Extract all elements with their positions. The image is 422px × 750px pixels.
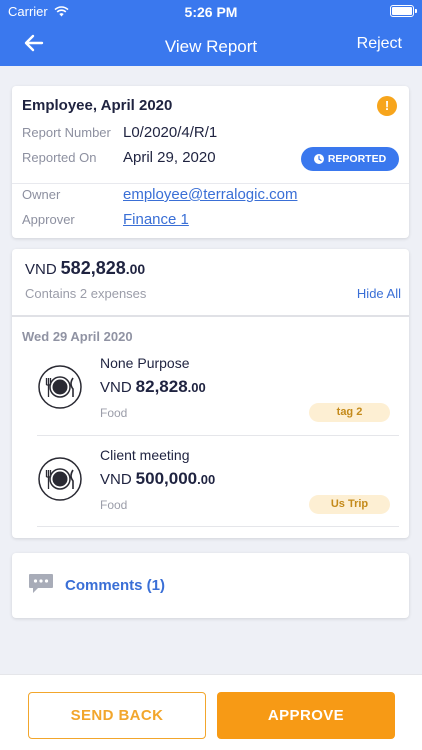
status-bar: Carrier 5:26 PM [0, 0, 422, 22]
comments-card[interactable]: Comments (1) [12, 553, 409, 618]
expenses-card: VND 582,828.00 Contains 2 expenses Hide A… [12, 249, 409, 538]
send-back-button[interactable]: SEND BACK [28, 692, 206, 739]
owner-email-link[interactable]: employee@terralogic.com [123, 186, 297, 203]
divider [37, 435, 399, 436]
hide-all-button[interactable]: Hide All [357, 286, 401, 301]
comments-link[interactable]: Comments (1) [65, 577, 165, 594]
total-amount: VND 582,828.00 [25, 258, 145, 279]
total-amount-integer: 582,828 [60, 258, 126, 278]
reject-button[interactable]: Reject [357, 35, 402, 53]
expense-amount-decimal: .00 [197, 472, 216, 487]
divider [12, 183, 409, 184]
divider [37, 526, 399, 527]
navigation-bar: View Report Reject [0, 28, 422, 62]
expense-tag: Us Trip [309, 495, 390, 514]
expense-name: None Purpose [100, 355, 190, 371]
report-info-card: Employee, April 2020 ! Report Number L0/… [12, 86, 409, 238]
expense-amount: VND 500,000.00 [100, 469, 215, 489]
approver-link[interactable]: Finance 1 [123, 211, 189, 228]
expense-category: Food [100, 498, 128, 512]
total-amount-decimal: .00 [125, 261, 146, 277]
status-time: 5:26 PM [184, 4, 238, 20]
approver-label: Approver [22, 212, 75, 227]
expense-name: Client meeting [100, 447, 190, 463]
expense-currency: VND [100, 471, 132, 488]
reported-on-value: April 29, 2020 [123, 149, 216, 166]
clock-icon [313, 154, 324, 164]
status-badge: REPORTED [301, 147, 399, 171]
expense-amount-integer: 82,828 [135, 377, 188, 396]
status-badge-label: REPORTED [327, 153, 387, 165]
plate-icon [38, 457, 82, 501]
report-number-label: Report Number [22, 125, 111, 140]
expense-item[interactable]: None Purpose VND 82,828.00 Food tag 2 [12, 355, 409, 447]
expense-currency: VND [100, 379, 132, 396]
expense-category: Food [100, 406, 128, 420]
total-currency: VND [25, 261, 57, 278]
warning-icon[interactable]: ! [377, 96, 397, 116]
expense-tag: tag 2 [309, 403, 390, 422]
comment-bubble-icon [29, 574, 53, 593]
battery-icon [390, 5, 417, 17]
date-header: Wed 29 April 2020 [22, 329, 133, 344]
report-number-value: L0/2020/4/R/1 [123, 124, 218, 141]
divider [12, 315, 409, 317]
expense-amount-integer: 500,000 [135, 469, 198, 488]
expense-count: Contains 2 expenses [25, 286, 147, 301]
app-header: Carrier 5:26 PM View Report Reject [0, 0, 422, 66]
action-footer: SEND BACK APPROVE [0, 674, 422, 750]
report-title: Employee, April 2020 [22, 97, 173, 114]
plate-icon [38, 365, 82, 409]
expense-amount: VND 82,828.00 [100, 377, 206, 397]
approve-button[interactable]: APPROVE [217, 692, 395, 739]
owner-label: Owner [22, 187, 61, 202]
reported-on-label: Reported On [22, 150, 97, 165]
expense-item[interactable]: Client meeting VND 500,000.00 Food Us Tri… [12, 435, 409, 527]
expense-amount-decimal: .00 [187, 380, 206, 395]
